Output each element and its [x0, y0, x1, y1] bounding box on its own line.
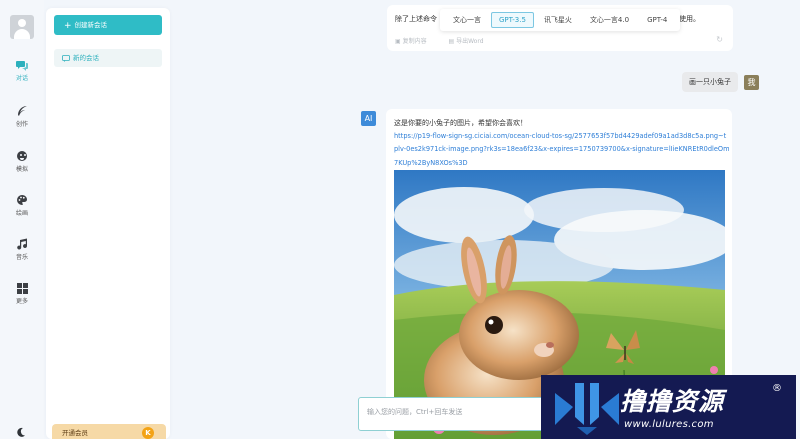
- vip-coin-icon: K: [142, 427, 154, 439]
- music-icon: [17, 238, 28, 250]
- model-tab-xunfei[interactable]: 讯飞星火: [536, 11, 580, 29]
- user-message: 画一只小兔子 我: [682, 72, 759, 92]
- new-conversation-label: 创建新会话: [74, 21, 108, 29]
- moon-icon[interactable]: [16, 427, 26, 437]
- watermark-title: 撸撸资源: [620, 387, 725, 416]
- rail-item-more[interactable]: 更多: [0, 283, 44, 305]
- model-tab-wenxin4[interactable]: 文心一言4.0: [582, 11, 637, 29]
- user-avatar[interactable]: [10, 15, 34, 39]
- mask-icon: [17, 151, 27, 161]
- new-conversation-button[interactable]: + 创建新会话: [54, 15, 162, 35]
- rail-label: 创作: [15, 121, 28, 128]
- message-actions: ▣ 复制内容 ▤ 导出Word: [395, 36, 504, 45]
- rail-item-simulate[interactable]: 模拟: [0, 150, 44, 173]
- copy-label: 复制内容: [402, 38, 427, 45]
- model-tab-wenxin[interactable]: 文心一言: [445, 11, 489, 29]
- image-link[interactable]: https://p19-flow-sign-sg.ciciai.com/ocea…: [394, 130, 730, 170]
- ai-message-text: 这是你要的小兔子的图片，希望你会喜欢！: [394, 119, 527, 127]
- copy-content-button[interactable]: ▣ 复制内容: [395, 38, 437, 45]
- conversation-sidebar: + 创建新会话 新的会话: [46, 8, 170, 439]
- message-input[interactable]: 输入您的问题，Ctrl+回车发送: [358, 397, 546, 431]
- vip-label: 开通会员: [62, 429, 88, 437]
- rail-label: 绘画: [15, 210, 28, 217]
- refresh-icon[interactable]: ↻: [716, 35, 723, 44]
- feather-icon: [18, 106, 27, 116]
- model-tab-gpt4[interactable]: GPT-4: [639, 12, 675, 28]
- user-message-bubble: 画一只小兔子: [682, 72, 738, 92]
- message-icon: [62, 55, 70, 62]
- ai-avatar: AI: [361, 111, 376, 126]
- message-text: 除了上述命令: [395, 15, 437, 23]
- input-placeholder: 输入您的问题，Ctrl+回车发送: [367, 408, 463, 416]
- rail-label: 音乐: [15, 254, 28, 261]
- plus-icon: +: [64, 21, 72, 31]
- palette-icon: [17, 195, 27, 205]
- rail-item-music[interactable]: 音乐: [0, 238, 44, 261]
- user-message-avatar: 我: [744, 74, 759, 90]
- rail-item-chat[interactable]: 对话: [0, 60, 44, 82]
- chat-icon: [16, 61, 28, 71]
- rail-label: 更多: [15, 298, 28, 305]
- watermark-url: www.lulures.com: [624, 419, 714, 430]
- vip-upgrade-button[interactable]: 开通会员 K: [52, 424, 166, 439]
- model-tab-gpt35[interactable]: GPT-3.5: [491, 12, 534, 28]
- grid-icon: [16, 283, 28, 294]
- message-text-suffix: 使用。: [679, 15, 700, 23]
- rail-label: 模拟: [15, 166, 28, 173]
- export-word-button[interactable]: ▤ 导出Word: [449, 38, 494, 45]
- model-selector: 文心一言 GPT-3.5 讯飞星火 文心一言4.0 GPT-4: [440, 9, 681, 31]
- rail-item-draw[interactable]: 绘画: [0, 194, 44, 217]
- left-rail: 对话 创作 模拟 绘画 音乐 更多: [0, 0, 44, 439]
- rail-item-create[interactable]: 创作: [0, 105, 44, 128]
- watermark-logo: [555, 383, 619, 435]
- watermark-banner: 撸撸资源 ® www.lulures.com: [541, 375, 796, 439]
- rail-label: 对话: [15, 75, 28, 82]
- conversation-item[interactable]: 新的会话: [54, 49, 162, 67]
- conversation-title: 新的会话: [73, 54, 99, 62]
- registered-mark: ®: [772, 383, 782, 394]
- export-label: 导出Word: [456, 38, 484, 45]
